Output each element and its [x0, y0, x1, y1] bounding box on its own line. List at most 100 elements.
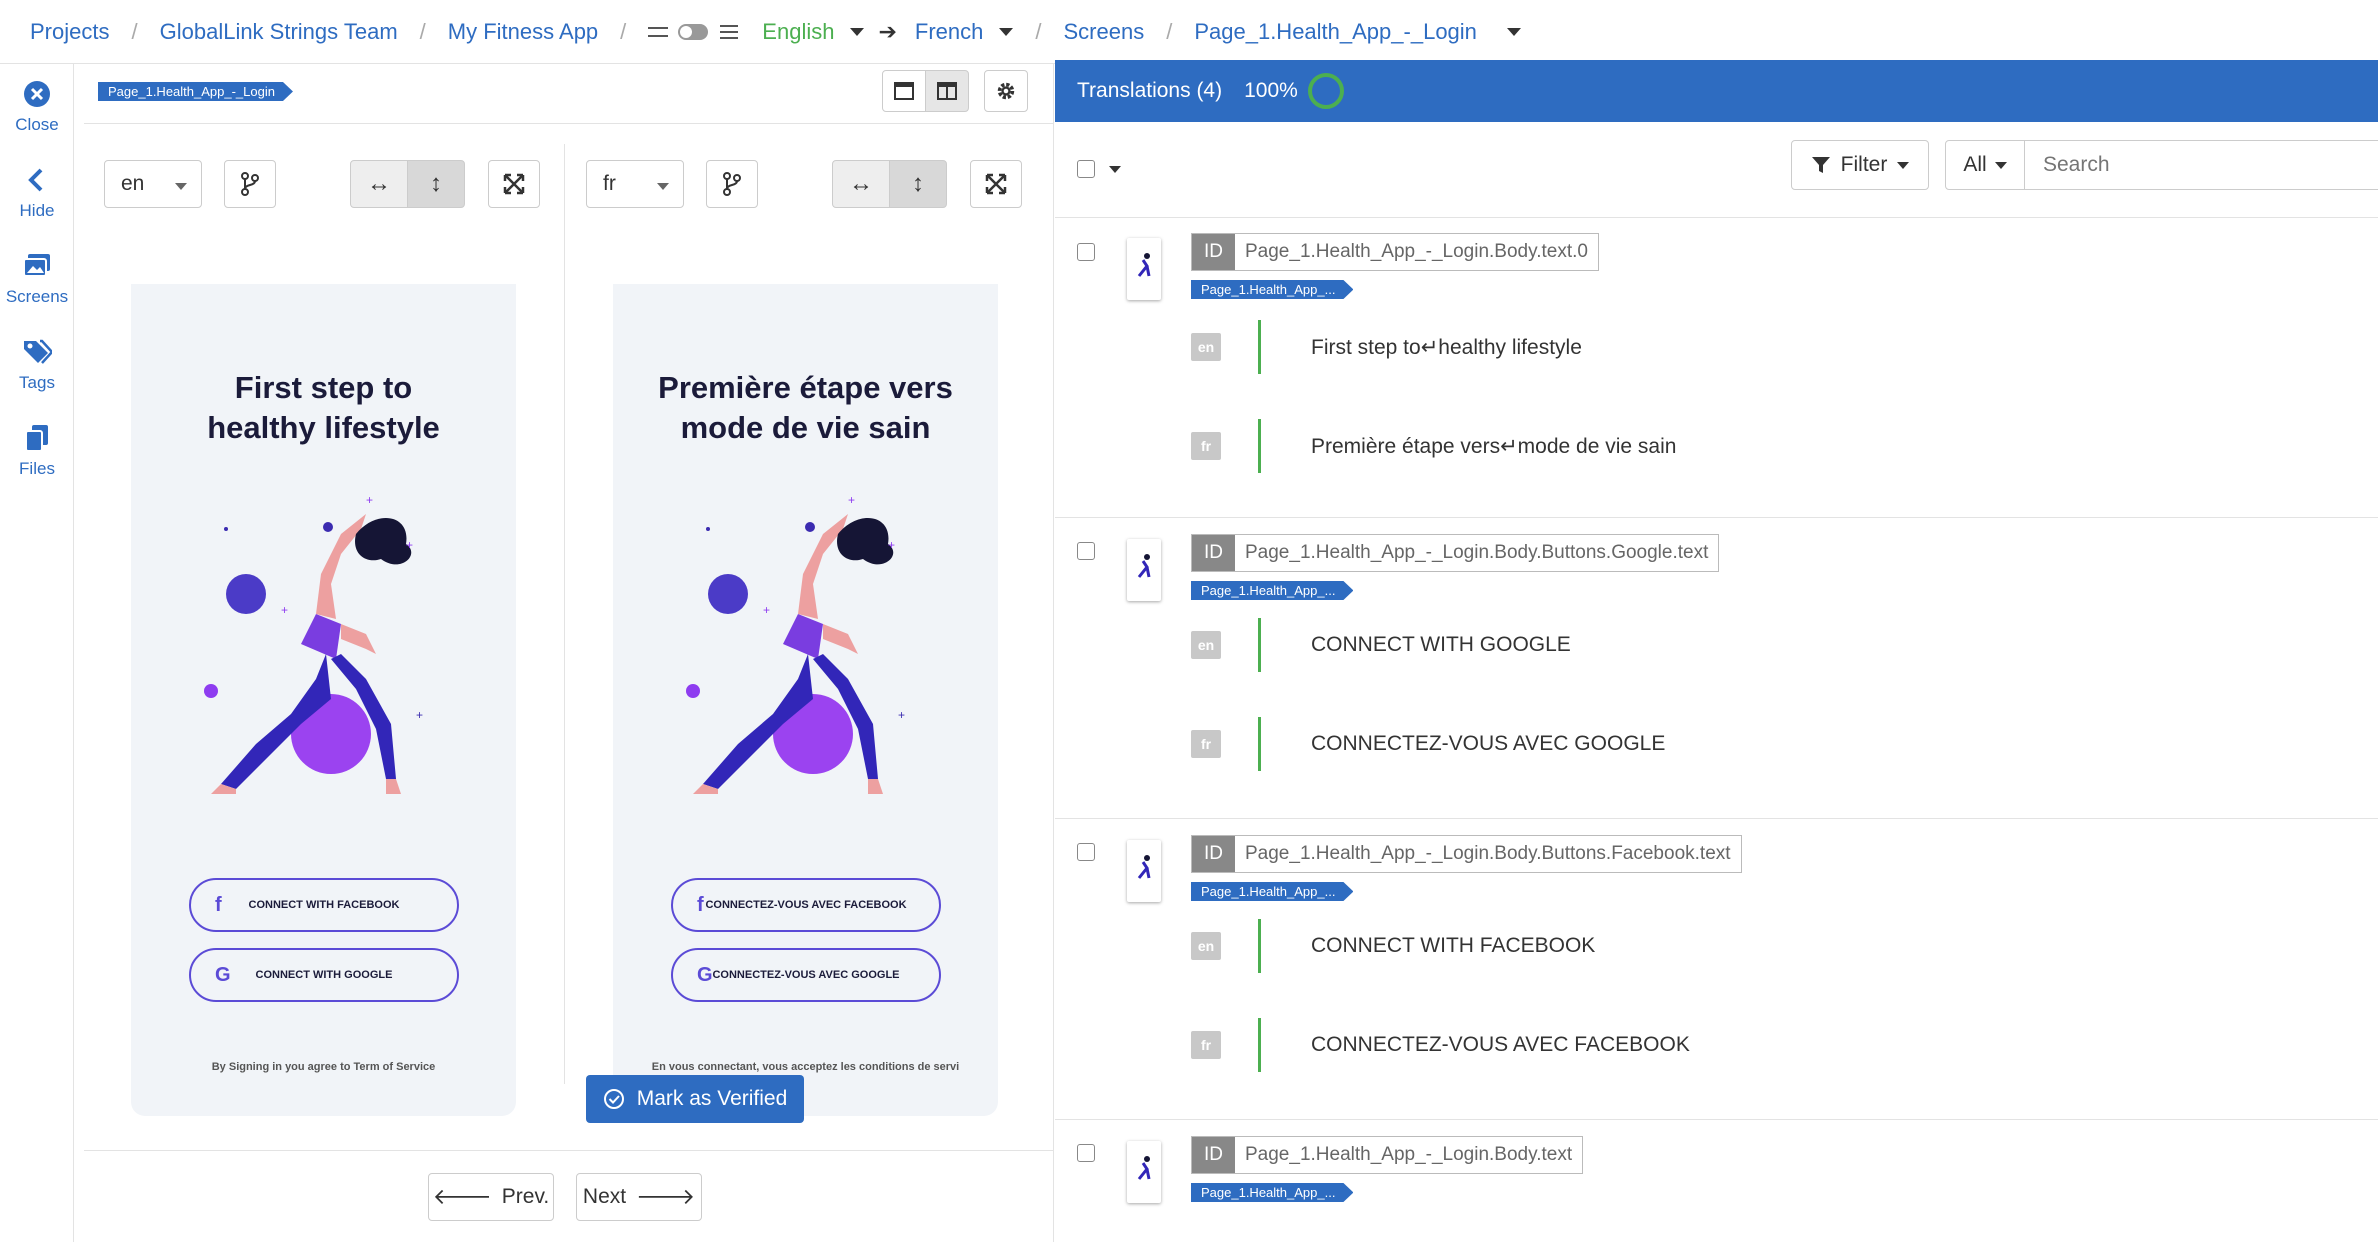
branch-button[interactable]	[224, 160, 276, 208]
screen-tag[interactable]: Page_1.Health_App_...	[1191, 581, 1353, 600]
equals-icon[interactable]	[648, 26, 669, 37]
string-id[interactable]: ID Page_1.Health_App_-_Login.Body.text	[1191, 1136, 1584, 1174]
connect-google-button[interactable]: G CONNECTEZ-VOUS AVEC GOOGLE	[671, 948, 941, 1002]
translations-count: Translations (4)	[1077, 79, 1223, 102]
svg-text:+: +	[281, 603, 288, 617]
verify-label: Mark as Verified	[636, 1087, 788, 1110]
title-line: Première étape vers	[658, 370, 953, 405]
breadcrumb-team[interactable]: GlobalLink Strings Team	[160, 19, 398, 45]
id-value: Page_1.Health_App_-_Login.Body.Buttons.F…	[1245, 843, 1731, 864]
sidebar-item-hide[interactable]: Hide	[0, 150, 74, 236]
fit-width-button[interactable]: ↔	[350, 160, 408, 208]
connect-google-button[interactable]: G CONNECT WITH GOOGLE	[189, 948, 459, 1002]
progress-ring	[1307, 73, 1344, 109]
fit-height-button[interactable]: ↕	[407, 160, 465, 208]
chevron-down-icon[interactable]	[1109, 166, 1121, 173]
target-lang-select[interactable]: fr	[586, 160, 684, 208]
expand-button[interactable]	[488, 160, 540, 208]
list-icon[interactable]	[720, 24, 739, 39]
fit-width-button[interactable]: ↔	[832, 160, 890, 208]
source-lang-select[interactable]: en	[104, 160, 202, 208]
mark-as-verified-button[interactable]: Mark as Verified	[586, 1075, 804, 1123]
screen-tag[interactable]: Page_1.Health_App_...	[1191, 882, 1353, 901]
connect-facebook-button[interactable]: f CONNECT WITH FACEBOOK	[189, 878, 459, 932]
entry-checkbox[interactable]	[1077, 243, 1095, 261]
screen-thumbnail[interactable]	[1127, 1141, 1161, 1203]
sidebar-item-close[interactable]: Close	[0, 64, 74, 150]
target-text[interactable]: CONNECTEZ-VOUS AVEC FACEBOOK	[1311, 1033, 1690, 1057]
entry-checkbox[interactable]	[1077, 843, 1095, 861]
svg-text:+: +	[366, 494, 373, 507]
chevron-down-icon[interactable]	[850, 27, 865, 36]
breadcrumb-separator: /	[1035, 18, 1042, 44]
screen-thumbnail[interactable]	[1127, 539, 1161, 601]
button-label: CONNECTEZ-VOUS AVEC GOOGLE	[712, 969, 900, 981]
sidebar: Close Hide Screens Tags Files	[0, 64, 74, 1242]
entry-checkbox[interactable]	[1077, 1144, 1095, 1162]
chevron-down-icon[interactable]	[999, 27, 1014, 36]
arrows-horizontal-icon: ↔	[849, 170, 873, 197]
target-text[interactable]: CONNECTEZ-VOUS AVEC GOOGLE	[1311, 732, 1665, 756]
branch-button[interactable]	[706, 160, 758, 208]
expand-icon	[985, 173, 1007, 195]
screen-tag[interactable]: Page_1.Health_App_...	[1191, 280, 1353, 299]
fitness-illustration: + + + +	[686, 494, 905, 794]
string-id[interactable]: ID Page_1.Health_App_-_Login.Body.Buttons…	[1191, 534, 1720, 572]
screen-tag[interactable]: Page_1.Health_App_-_Login	[98, 82, 293, 101]
lang-badge-en: en	[1191, 631, 1221, 659]
split-view-button[interactable]	[925, 70, 969, 112]
preview-title: Première étape vers mode de vie sain	[613, 368, 998, 448]
single-view-button[interactable]	[882, 70, 926, 112]
scope-select[interactable]: All	[1945, 140, 2025, 190]
preview-footer: 🡐 Prev. Next 🡒	[84, 1150, 1054, 1242]
verified-bar	[1258, 1018, 1261, 1072]
view-toggle-switch[interactable]	[678, 23, 709, 40]
search-input[interactable]	[2024, 140, 2378, 190]
svg-text:+: +	[416, 708, 423, 722]
breadcrumb-separator: /	[131, 18, 138, 44]
preview-header: Page_1.Health_App_-_Login	[84, 64, 1053, 124]
breadcrumb: Projects / GlobalLink Strings Team / My …	[0, 0, 2378, 64]
chevron-down-icon[interactable]	[1506, 27, 1521, 36]
code-branch-icon	[723, 172, 741, 196]
breadcrumb-screens[interactable]: Screens	[1064, 19, 1145, 45]
next-button[interactable]: Next 🡒	[576, 1173, 702, 1221]
source-language-select[interactable]: English	[762, 19, 834, 45]
sidebar-item-label: Screens	[5, 287, 69, 306]
source-text: CONNECT WITH GOOGLE	[1311, 633, 1571, 656]
breadcrumb-app[interactable]: My Fitness App	[448, 19, 598, 45]
filter-label: Filter	[1840, 153, 1888, 176]
prev-button[interactable]: 🡐 Prev.	[428, 1173, 554, 1221]
arrows-vertical-icon: ↕	[912, 170, 924, 197]
target-text[interactable]: Première étape vers↵mode de vie sain	[1311, 434, 1676, 459]
sidebar-item-screens[interactable]: Screens	[0, 236, 74, 322]
verified-bar	[1258, 717, 1261, 771]
title-line: healthy lifestyle	[207, 410, 440, 445]
sidebar-item-files[interactable]: Files	[0, 408, 74, 494]
screen-tag[interactable]: Page_1.Health_App_...	[1191, 1183, 1353, 1202]
verified-bar	[1258, 320, 1261, 374]
chevron-down-icon	[1994, 161, 2007, 169]
screen-thumbnail[interactable]	[1127, 238, 1161, 300]
select-all-checkbox[interactable]	[1077, 160, 1095, 178]
window-icon	[894, 82, 914, 100]
connect-facebook-button[interactable]: f CONNECTEZ-VOUS AVEC FACEBOOK	[671, 878, 941, 932]
string-id[interactable]: ID Page_1.Health_App_-_Login.Body.text.0	[1191, 233, 1599, 271]
preview-panel: Page_1.Health_App_-_Login en ↔ ↕ fr ↔ ↕	[84, 64, 1054, 1242]
screen-thumbnail[interactable]	[1127, 840, 1161, 902]
fit-height-button[interactable]: ↕	[889, 160, 947, 208]
settings-button[interactable]	[984, 70, 1028, 112]
files-icon	[25, 425, 48, 452]
id-label: ID	[1192, 234, 1235, 270]
entry-checkbox[interactable]	[1077, 542, 1095, 560]
expand-button[interactable]	[970, 160, 1022, 208]
target-language-select[interactable]: French	[915, 19, 983, 45]
progress-percent: 100%	[1244, 79, 1298, 102]
breadcrumb-page[interactable]: Page_1.Health_App_-_Login	[1194, 19, 1477, 45]
string-id[interactable]: ID Page_1.Health_App_-_Login.Body.Buttons…	[1191, 835, 1742, 873]
breadcrumb-projects[interactable]: Projects	[30, 19, 109, 45]
filter-button[interactable]: Filter	[1791, 140, 1929, 190]
chevron-left-icon	[28, 168, 43, 192]
lang-badge-en: en	[1191, 333, 1221, 361]
sidebar-item-tags[interactable]: Tags	[0, 322, 74, 408]
